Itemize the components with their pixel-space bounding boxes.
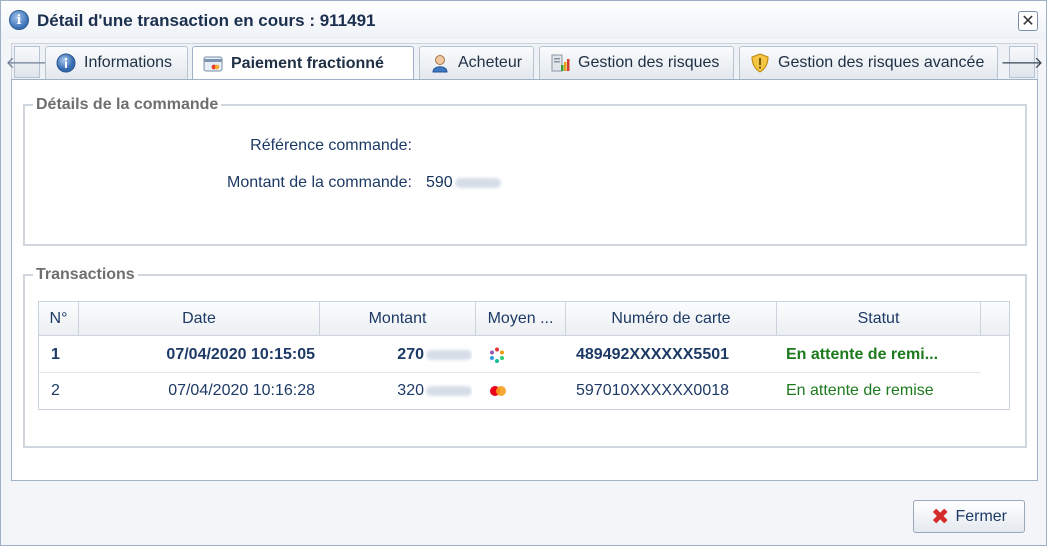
column-header-card-number[interactable]: Numéro de carte — [566, 302, 777, 336]
tab-label: Gestion des risques avancée — [778, 54, 985, 71]
row-status: En attente de remise — [786, 382, 934, 399]
order-amount-number: 590 — [426, 174, 453, 191]
tab-gestion-des-risques[interactable]: Gestion des risques — [539, 46, 734, 79]
redacted-currency — [426, 350, 472, 360]
tab-acheteur[interactable]: Acheteur — [419, 46, 534, 79]
tab-informations[interactable]: Informations — [45, 46, 188, 79]
tab-label: Acheteur — [458, 54, 523, 71]
column-header-no[interactable]: N° — [39, 302, 79, 336]
advanced-risk-shield-icon — [751, 53, 769, 73]
transaction-detail-dialog: i Détail d'une transaction en cours : 91… — [0, 0, 1047, 546]
order-details-legend: Détails de la commande — [36, 96, 219, 113]
dialog-titlebar: i Détail d'une transaction en cours : 91… — [1, 1, 1046, 39]
tab-paiement-fractionne[interactable]: Paiement fractionné — [192, 46, 414, 80]
order-amount-label: Montant de la commande: — [227, 174, 412, 191]
close-button[interactable]: ✖ Fermer — [913, 500, 1025, 533]
table-row[interactable]: 2 07/04/2020 10:16:28 320 597010XXXXXX00… — [39, 373, 981, 409]
close-icon: ✕ — [1021, 13, 1035, 30]
tab-bar: 🡐 Informations Paiement fractionné Achet… — [6, 43, 1043, 80]
row-card-number: 489492XXXXXX5501 — [576, 346, 730, 363]
tab-label: Informations — [84, 54, 173, 71]
row-amount-number: 320 — [397, 382, 424, 399]
close-icon: ✖ — [931, 503, 950, 529]
row-date: 07/04/2020 10:15:05 — [166, 346, 315, 363]
column-header-amount[interactable]: Montant — [320, 302, 476, 336]
tab-content-panel: Détails de la commande Référence command… — [11, 79, 1038, 481]
redacted-currency — [454, 177, 501, 188]
risk-management-icon — [551, 54, 570, 72]
dialog-title: Détail d'une transaction en cours : 9114… — [37, 11, 376, 30]
tab-label: Gestion des risques — [578, 54, 720, 71]
row-amount: 270 — [320, 337, 472, 373]
close-button-label: Fermer — [955, 507, 1007, 525]
row-payment-method — [488, 373, 510, 409]
row-number: 2 — [51, 382, 60, 399]
info-icon — [56, 53, 76, 73]
arrow-left-icon: 🡐 — [5, 54, 49, 72]
order-details-section: Détails de la commande — [23, 96, 1027, 246]
multicolor-card-brand-icon — [490, 347, 504, 363]
row-amount-number: 270 — [397, 346, 424, 363]
row-status: En attente de remi... — [786, 346, 939, 363]
redacted-currency — [426, 386, 472, 396]
info-icon: i — [9, 10, 29, 30]
mastercard-icon — [490, 386, 506, 396]
column-header-payment-method[interactable]: Moyen ... — [476, 302, 566, 336]
tab-scroll-left-button[interactable]: 🡐 — [6, 46, 48, 78]
tab-label: Paiement fractionné — [231, 54, 384, 72]
row-payment-method — [488, 337, 508, 373]
close-dialog-button[interactable]: ✕ — [1018, 11, 1038, 31]
row-amount: 320 — [320, 373, 472, 409]
order-reference-label: Référence commande: — [250, 137, 412, 154]
column-header-date[interactable]: Date — [79, 302, 320, 336]
tab-scroll-right-button[interactable]: 🡒 — [1001, 46, 1043, 78]
grid-header: N° Date Montant Moyen ... Numéro de cart… — [39, 302, 1009, 336]
table-row[interactable]: 1 07/04/2020 10:15:05 270 489492XXXXXX55… — [39, 337, 981, 373]
order-amount-value: 590 — [426, 174, 501, 192]
transactions-grid: N° Date Montant Moyen ... Numéro de cart… — [38, 301, 1010, 410]
transactions-legend: Transactions — [36, 266, 135, 283]
installment-payment-icon — [203, 56, 223, 71]
row-card-number: 597010XXXXXX0018 — [576, 382, 730, 399]
tab-gestion-des-risques-avancee[interactable]: Gestion des risques avancée — [739, 46, 998, 79]
column-header-status[interactable]: Statut — [777, 302, 981, 336]
column-header-filler — [981, 302, 1009, 336]
row-number: 1 — [51, 346, 60, 363]
row-date: 07/04/2020 10:16:28 — [168, 382, 315, 399]
buyer-icon — [432, 55, 448, 73]
arrow-right-icon: 🡒 — [1000, 54, 1044, 72]
